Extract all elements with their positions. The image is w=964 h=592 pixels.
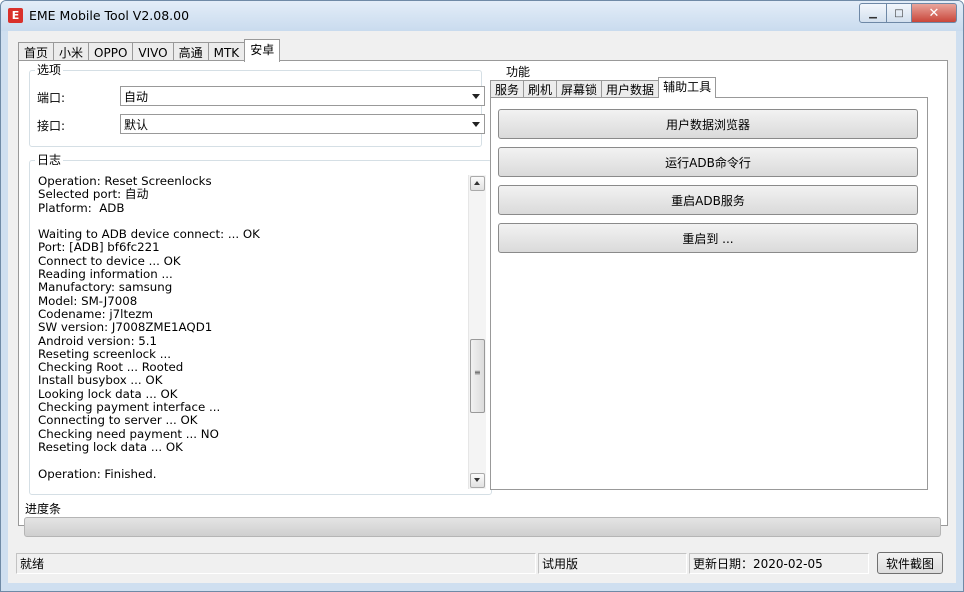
tab-vivo[interactable]: VIVO [132,42,174,62]
tab-home[interactable]: 首页 [18,42,55,62]
log-line: Connecting to server ... OK [38,413,198,428]
subtab-screenlock[interactable]: 屏幕锁 [556,80,603,98]
log-line: Waiting to ADB device connect: ... OK [38,227,260,242]
chevron-down-icon [472,122,480,127]
log-line: Reseting lock data ... OK [38,439,183,454]
log-line: Install busybox ... OK [38,373,163,388]
options-group-title: 选项 [35,62,64,78]
update-date: 更新日期：2020-02-05 [689,553,869,574]
log-line: Model: SM-J7008 [38,293,138,308]
window-controls: ▁ □ ✕ [859,3,957,23]
port-select[interactable]: 自动 [120,86,485,106]
log-line: Reseting screenlock ... [38,346,171,361]
edition-text: 试用版 [538,553,687,574]
scroll-thumb[interactable]: ≡ [470,339,485,413]
status-text: 就绪 [16,553,536,574]
restart-adb-button[interactable]: 重启ADB服务 [498,185,918,215]
chevron-up-icon [474,181,480,185]
log-line: SW version: J7008ZME1AQD1 [38,320,213,335]
log-group-title: 日志 [35,152,64,168]
interface-select[interactable]: 默认 [120,114,485,134]
tab-mtk[interactable]: MTK [207,42,246,62]
tab-android[interactable]: 安卓 [244,39,281,62]
android-tab-page: 选项 端口: 自动 接口: 默认 日志 Operation: Reset Scr… [18,60,948,526]
log-line: Manufactory: samsung [38,280,173,295]
log-line: Android version: 5.1 [38,333,158,348]
log-line: Checking payment interface ... [38,400,221,415]
log-line: Reading information ... [38,267,173,282]
log-line: Operation: Reset Screenlocks [38,174,212,188]
app-window: E EME Mobile Tool V2.08.00 ▁ □ ✕ 首页 小米 O… [0,0,964,592]
log-line: Selected port: 自动 [38,187,149,202]
progress-title: 进度条 [25,502,62,516]
subtab-userdata[interactable]: 用户数据 [601,80,660,98]
scroll-up-button[interactable] [470,176,485,191]
log-line: Operation: Finished. [38,466,157,481]
scroll-down-button[interactable] [470,473,485,488]
log-group: 日志 Operation: Reset Screenlocks Selected … [29,152,492,495]
tab-xiaomi[interactable]: 小米 [53,42,90,62]
client-area: 首页 小米 OPPO VIVO 高通 MTK 安卓 选项 端口: 自动 接口: … [8,31,956,583]
window-title: EME Mobile Tool V2.08.00 [29,8,190,23]
app-logo-icon: E [8,8,23,23]
log-line: Codename: j7ltezm [38,306,154,321]
log-line: Port: [ADB] bf6fc221 [38,240,160,255]
interface-label: 接口: [37,119,66,133]
progress-bar [24,517,941,537]
close-button[interactable]: ✕ [912,3,957,23]
log-line: Platform: ADB [38,200,125,215]
log-line: Checking Root ... Rooted [38,360,184,375]
chevron-down-icon [474,478,480,482]
title-bar[interactable]: E EME Mobile Tool V2.08.00 ▁ □ ✕ [1,1,963,31]
log-line: Connect to device ... OK [38,253,181,268]
grip-icon: ≡ [474,368,481,377]
userdata-browser-button[interactable]: 用户数据浏览器 [498,109,918,139]
log-line: Checking need payment ... NO [38,426,219,441]
maximize-button[interactable]: □ [887,3,912,23]
log-line: Looking lock data ... OK [38,386,178,401]
reboot-to-button[interactable]: 重启到 ... [498,223,918,253]
minimize-button[interactable]: ▁ [859,3,887,23]
screenshot-button[interactable]: 软件截图 [877,552,943,574]
interface-select-value: 默认 [124,118,149,132]
port-select-value: 自动 [124,90,149,104]
subtab-flash[interactable]: 刷机 [523,80,558,98]
subtab-tools[interactable]: 辅助工具 [658,77,717,98]
function-subtabs: 服务 刷机 屏幕锁 用户数据 辅助工具 [490,77,717,98]
tools-page: 用户数据浏览器 运行ADB命令行 重启ADB服务 重启到 ... [490,97,928,490]
log-text[interactable]: Operation: Reset Screenlocks Selected por… [38,174,488,481]
tab-qualcomm[interactable]: 高通 [172,42,209,62]
tab-oppo[interactable]: OPPO [88,42,134,62]
adb-shell-button[interactable]: 运行ADB命令行 [498,147,918,177]
subtab-service[interactable]: 服务 [490,80,525,98]
main-tabs: 首页 小米 OPPO VIVO 高通 MTK 安卓 [18,39,281,62]
chevron-down-icon [472,94,480,99]
options-group: 选项 端口: 自动 接口: 默认 [29,62,485,147]
port-label: 端口: [37,91,66,105]
log-scrollbar[interactable]: ≡ [468,175,486,489]
